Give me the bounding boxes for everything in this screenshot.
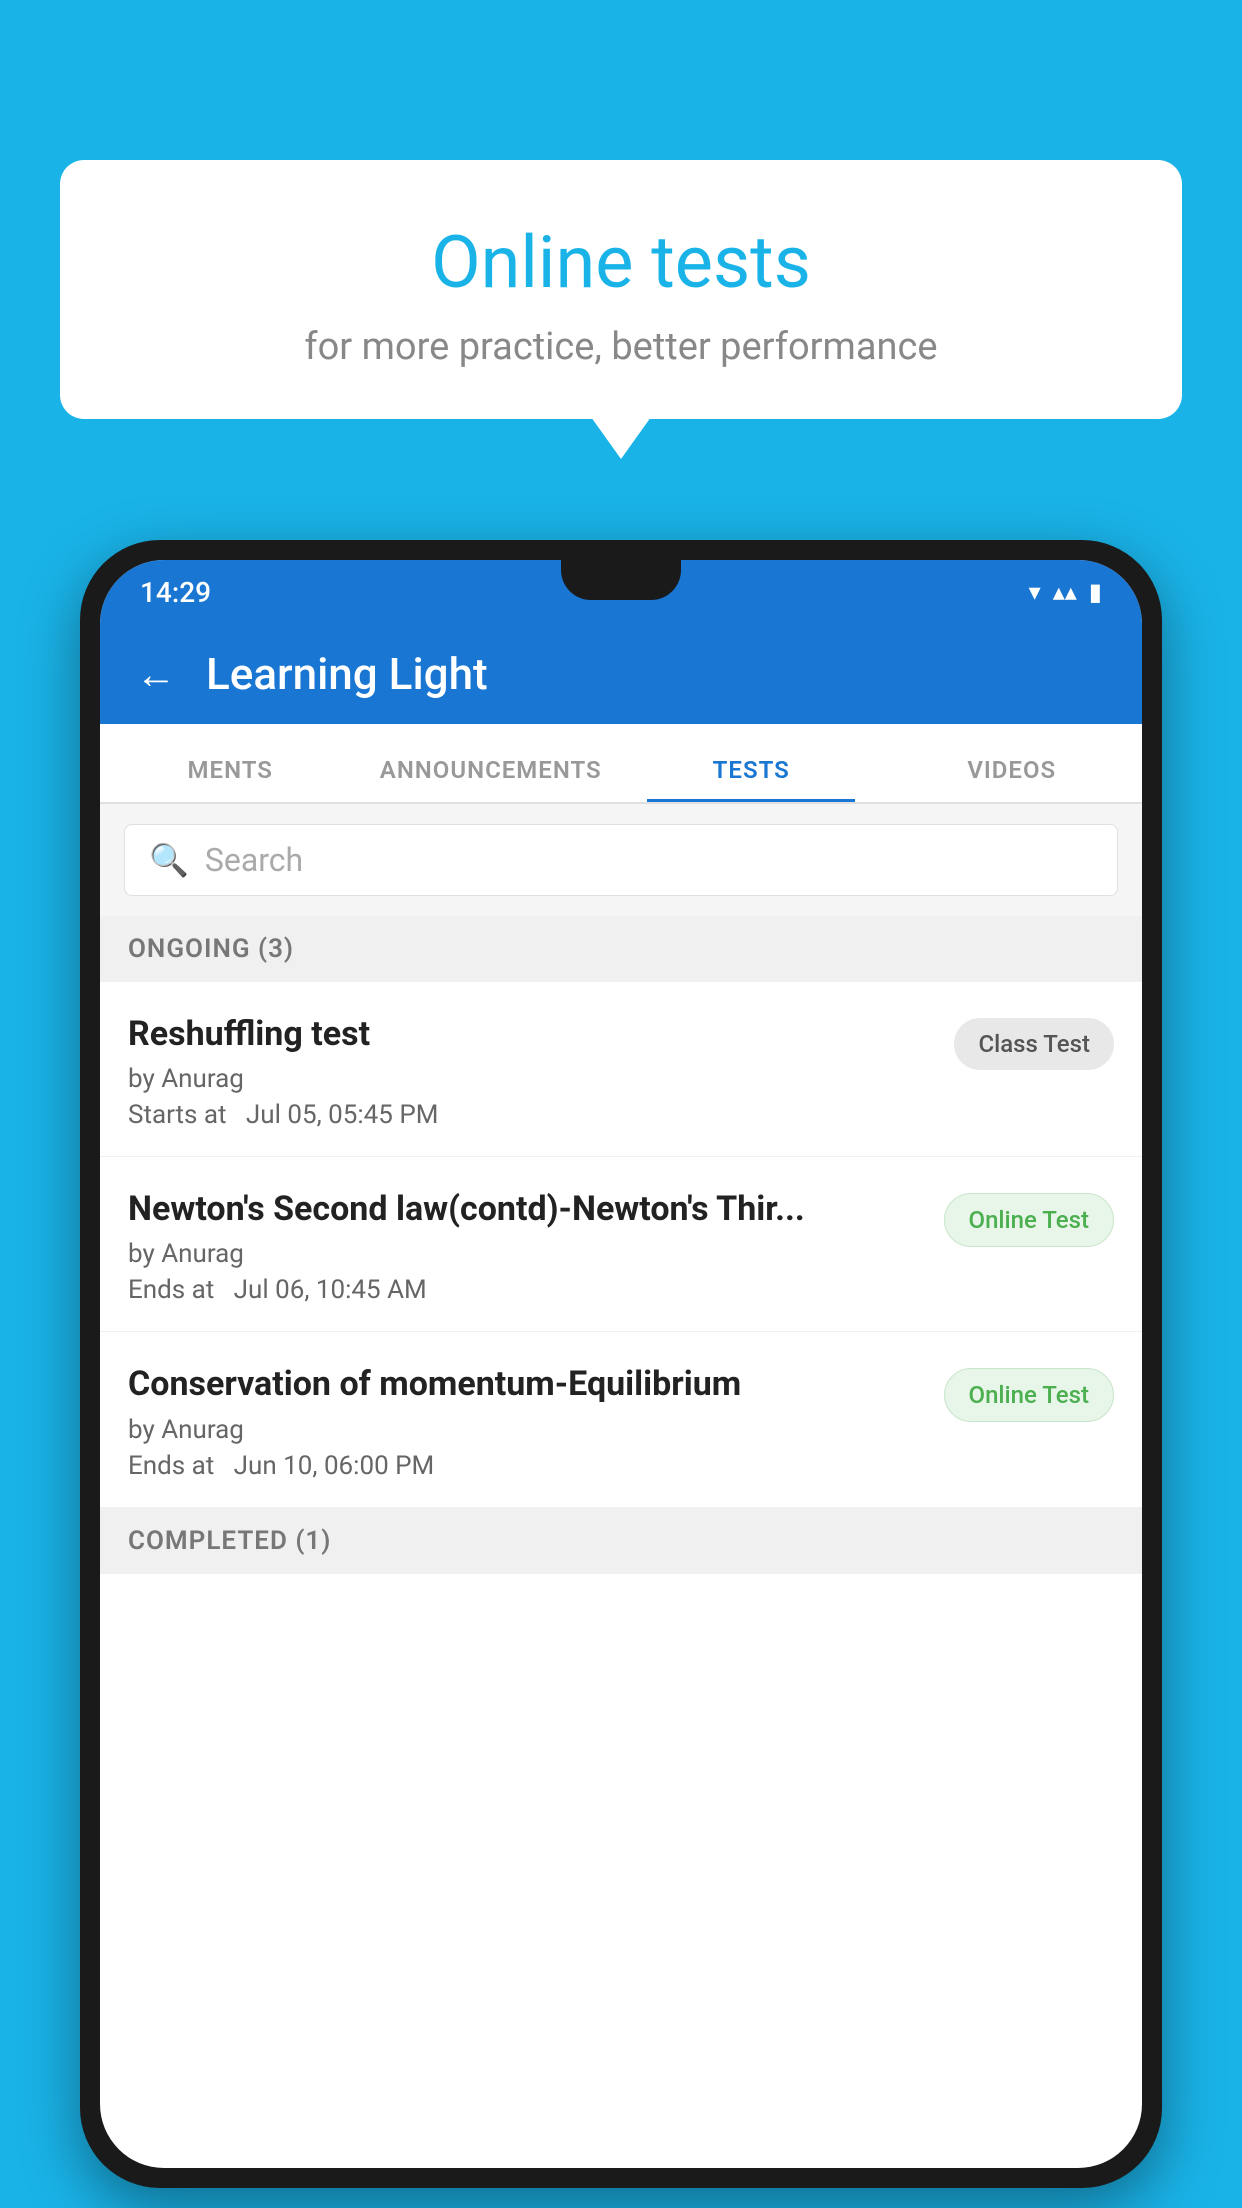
search-bar[interactable]: 🔍 Search — [124, 824, 1118, 896]
ongoing-section-header: ONGOING (3) — [100, 916, 1142, 982]
tab-videos[interactable]: VIDEOS — [882, 756, 1143, 802]
app-bar: ← Learning Light — [100, 624, 1142, 724]
phone-frame: 14:29 ▾ ▴▴ ▮ ← Learning Light MENTS ANNO… — [80, 540, 1162, 2188]
tab-tests[interactable]: TESTS — [621, 756, 882, 802]
status-time: 14:29 — [140, 576, 211, 609]
notch — [561, 560, 681, 600]
test-time: Ends at Jun 10, 06:00 PM — [128, 1451, 924, 1481]
tab-ments[interactable]: MENTS — [100, 756, 361, 802]
search-icon: 🔍 — [149, 841, 189, 879]
test-item[interactable]: Conservation of momentum-Equilibrium by … — [100, 1332, 1142, 1507]
battery-icon: ▮ — [1089, 578, 1102, 606]
test-name: Reshuffling test — [128, 1012, 934, 1056]
status-bar: 14:29 ▾ ▴▴ ▮ — [100, 560, 1142, 624]
test-badge-online: Online Test — [944, 1193, 1114, 1247]
test-time: Ends at Jul 06, 10:45 AM — [128, 1275, 924, 1305]
test-time: Starts at Jul 05, 05:45 PM — [128, 1100, 934, 1130]
completed-section-header: COMPLETED (1) — [100, 1508, 1142, 1574]
signal-icon: ▴▴ — [1053, 578, 1077, 606]
test-badge-class: Class Test — [954, 1018, 1114, 1070]
tab-announcements[interactable]: ANNOUNCEMENTS — [361, 756, 622, 802]
test-badge-online: Online Test — [944, 1368, 1114, 1422]
test-name: Conservation of momentum-Equilibrium — [128, 1362, 924, 1406]
test-info: Reshuffling test by Anurag Starts at Jul… — [128, 1012, 954, 1130]
test-item[interactable]: Reshuffling test by Anurag Starts at Jul… — [100, 982, 1142, 1157]
status-icons: ▾ ▴▴ ▮ — [1029, 578, 1102, 606]
test-item[interactable]: Newton's Second law(contd)-Newton's Thir… — [100, 1157, 1142, 1332]
bubble-title: Online tests — [120, 220, 1122, 305]
test-author: by Anurag — [128, 1415, 924, 1445]
bubble-subtitle: for more practice, better performance — [120, 325, 1122, 369]
test-author: by Anurag — [128, 1064, 934, 1094]
speech-bubble: Online tests for more practice, better p… — [60, 160, 1182, 419]
test-author: by Anurag — [128, 1239, 924, 1269]
test-info: Newton's Second law(contd)-Newton's Thir… — [128, 1187, 944, 1305]
tabs-bar: MENTS ANNOUNCEMENTS TESTS VIDEOS — [100, 724, 1142, 804]
back-button[interactable]: ← — [136, 651, 176, 698]
phone-inner: 14:29 ▾ ▴▴ ▮ ← Learning Light MENTS ANNO… — [100, 560, 1142, 2168]
test-info: Conservation of momentum-Equilibrium by … — [128, 1362, 944, 1480]
search-container: 🔍 Search — [100, 804, 1142, 916]
test-name: Newton's Second law(contd)-Newton's Thir… — [128, 1187, 924, 1231]
wifi-icon: ▾ — [1029, 578, 1041, 606]
speech-bubble-container: Online tests for more practice, better p… — [60, 160, 1182, 419]
app-bar-title: Learning Light — [206, 648, 488, 700]
search-input[interactable]: Search — [205, 841, 303, 879]
